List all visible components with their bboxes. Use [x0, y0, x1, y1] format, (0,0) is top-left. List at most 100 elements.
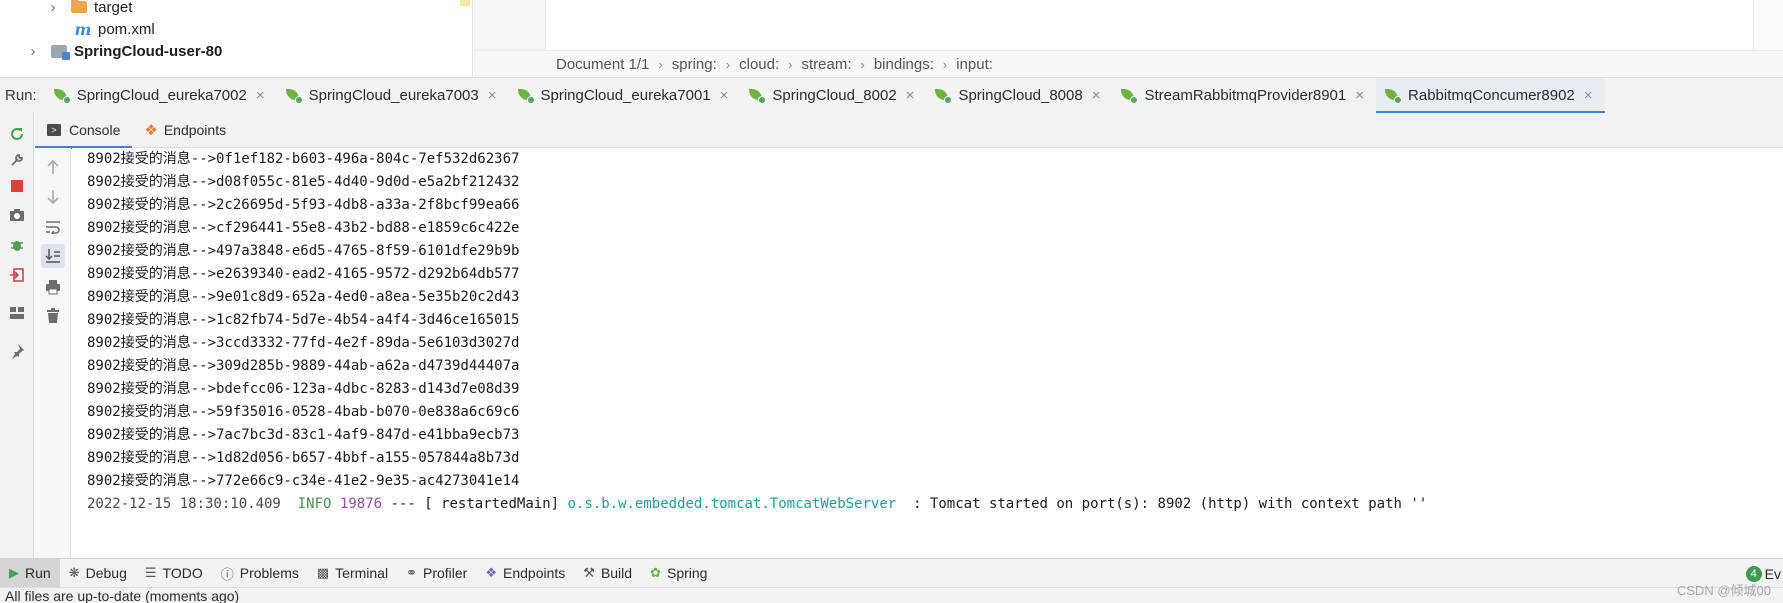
- spring-boot-run-icon: [517, 88, 535, 104]
- layout-icon[interactable]: [5, 301, 29, 325]
- breadcrumb-separator-icon: ›: [788, 56, 793, 72]
- print-icon[interactable]: [41, 275, 65, 299]
- breadcrumb-separator-icon: ›: [658, 56, 663, 72]
- tool-spring[interactable]: ✿ Spring: [641, 559, 716, 588]
- run-tab-label: SpringCloud_eureka7001: [540, 87, 711, 104]
- spring-boot-run-icon: [934, 88, 953, 104]
- pin-icon[interactable]: [5, 339, 29, 363]
- run-tab-eureka7003[interactable]: SpringCloud_eureka7003 ×: [277, 78, 509, 114]
- run-tab-provider8901[interactable]: StreamRabbitmqProvider8901 ×: [1112, 78, 1376, 114]
- exit-icon[interactable]: [5, 263, 29, 287]
- spring-boot-run-icon: [748, 88, 767, 104]
- terminal-icon: ▩: [316, 565, 330, 580]
- chevron-right-icon[interactable]: ›: [26, 43, 40, 60]
- profiler-icon: ⚭: [406, 565, 417, 580]
- run-tab-eureka7002[interactable]: SpringCloud_eureka7002 ×: [45, 78, 277, 114]
- tool-endpoints[interactable]: ❖ Endpoints: [476, 559, 574, 588]
- run-tab-eureka7001[interactable]: SpringCloud_eureka7001 ×: [509, 78, 741, 114]
- console-icon: >: [47, 124, 61, 136]
- scroll-up-icon[interactable]: [41, 155, 65, 179]
- tool-debug[interactable]: ❋ Debug: [60, 559, 136, 588]
- run-icon: ▶: [9, 565, 19, 580]
- console-output[interactable]: 8902接受的消息-->0f1ef182-b603-496a-804c-7ef5…: [72, 148, 1783, 558]
- tool-profiler[interactable]: ⚭ Profiler: [397, 559, 476, 588]
- close-icon[interactable]: ×: [1584, 87, 1593, 104]
- breadcrumb-stream[interactable]: stream:: [801, 56, 851, 73]
- editor-area[interactable]: [547, 0, 1753, 50]
- console-log-line: 2022-12-15 18:30:10.409 INFO 19876 --- […: [87, 491, 1427, 517]
- tool-problems[interactable]: ⓘ Problems: [212, 559, 308, 588]
- tool-terminal[interactable]: ▩ Terminal: [308, 559, 397, 588]
- build-icon: ⚒: [583, 565, 595, 580]
- tree-item-label: pom.xml: [98, 20, 155, 38]
- close-icon[interactable]: ×: [720, 87, 729, 104]
- stop-icon[interactable]: [5, 174, 29, 198]
- tab-console-label: Console: [69, 122, 121, 138]
- close-icon[interactable]: ×: [488, 87, 497, 104]
- status-bar: All files are up-to-date (moments ago): [0, 587, 1783, 603]
- log-message: : Tomcat started on port(s): 8902 (http)…: [913, 496, 1428, 512]
- spring-boot-run-icon: [1384, 88, 1403, 104]
- spring-boot-run-icon: [1120, 88, 1139, 104]
- top-area: › target m pom.xml › SpringCloud-user-80…: [0, 0, 1783, 77]
- tree-item-label: target: [94, 0, 133, 16]
- endpoints-icon: ❖: [144, 122, 158, 139]
- log-logger[interactable]: o.s.b.w.embedded.tomcat.TomcatWebServer: [568, 496, 897, 512]
- breadcrumb-bindings[interactable]: bindings:: [874, 56, 934, 73]
- soft-wrap-icon[interactable]: [41, 215, 65, 239]
- run-tab-consumer8902[interactable]: RabbitmqConcumer8902 ×: [1376, 77, 1605, 114]
- close-icon[interactable]: ×: [256, 87, 265, 104]
- log-pid: 19876: [339, 496, 383, 512]
- tool-todo[interactable]: ☰ TODO: [136, 559, 212, 588]
- scroll-down-icon[interactable]: [41, 185, 65, 209]
- run-tab-label: RabbitmqConcumer8902: [1408, 87, 1575, 104]
- scroll-to-end-icon[interactable]: [41, 244, 65, 268]
- tool-todo-label: TODO: [162, 565, 203, 581]
- breadcrumb-cloud[interactable]: cloud:: [739, 56, 779, 73]
- tool-run[interactable]: ▶ Run: [0, 558, 60, 588]
- tool-spring-label: Spring: [666, 565, 708, 581]
- tab-console[interactable]: > Console: [35, 113, 133, 149]
- breadcrumb-document[interactable]: Document 1/1: [556, 56, 649, 73]
- camera-icon[interactable]: [5, 203, 29, 227]
- close-icon[interactable]: ×: [906, 87, 915, 104]
- editor-right-scrollbar[interactable]: [1753, 0, 1783, 50]
- editor-gutter: [474, 0, 546, 50]
- module-folder-icon: [50, 43, 70, 60]
- edit-configuration-icon[interactable]: [5, 134, 29, 166]
- breadcrumb-separator-icon: ›: [860, 56, 865, 72]
- trash-icon[interactable]: [41, 304, 65, 328]
- debug-icon: ❋: [68, 565, 80, 580]
- run-toolbar: [0, 113, 34, 558]
- tree-item-label: SpringCloud-user-80: [74, 42, 223, 60]
- breadcrumb-spring[interactable]: spring:: [672, 56, 717, 73]
- spring-boot-run-icon: [53, 88, 71, 104]
- log-level: INFO: [297, 496, 332, 512]
- run-tab-label: StreamRabbitmqProvider8901: [1144, 87, 1347, 104]
- status-text: All files are up-to-date (moments ago): [5, 588, 240, 603]
- tool-run-label: Run: [25, 565, 51, 581]
- run-tab-8002[interactable]: SpringCloud_8002 ×: [740, 78, 926, 114]
- console-side-toolbar: [35, 148, 71, 558]
- tree-item-springcloud-user-80[interactable]: › SpringCloud-user-80: [26, 39, 222, 63]
- problems-icon: ⓘ: [220, 566, 234, 582]
- breadcrumb-separator-icon: ›: [725, 56, 731, 72]
- run-tabs-bar: Run: SpringCloud_eureka7002 × SpringClou…: [0, 77, 1783, 114]
- project-tree: › target m pom.xml › SpringCloud-user-80: [0, 0, 473, 77]
- log-timestamp: 2022-12-15 18:30:10.409: [87, 496, 281, 512]
- close-icon[interactable]: ×: [1355, 87, 1364, 104]
- run-tab-label: SpringCloud_8002: [772, 87, 897, 104]
- debug-bug-icon[interactable]: [5, 233, 29, 257]
- tool-debug-label: Debug: [85, 565, 127, 581]
- tree-item-pom[interactable]: m pom.xml: [74, 17, 155, 41]
- chevron-right-icon[interactable]: ›: [46, 0, 60, 16]
- tab-endpoints-label: Endpoints: [163, 122, 227, 138]
- breadcrumb-input[interactable]: input:: [956, 56, 993, 73]
- tool-build-label: Build: [600, 565, 633, 581]
- tab-endpoints[interactable]: ❖ Endpoints: [132, 113, 238, 148]
- run-tab-label: SpringCloud_eureka7002: [76, 87, 247, 104]
- close-icon[interactable]: ×: [1092, 87, 1101, 104]
- tool-build[interactable]: ⚒ Build: [574, 559, 641, 588]
- run-tab-8008[interactable]: SpringCloud_8008 ×: [926, 78, 1112, 114]
- run-tab-label: SpringCloud_eureka7003: [308, 87, 479, 104]
